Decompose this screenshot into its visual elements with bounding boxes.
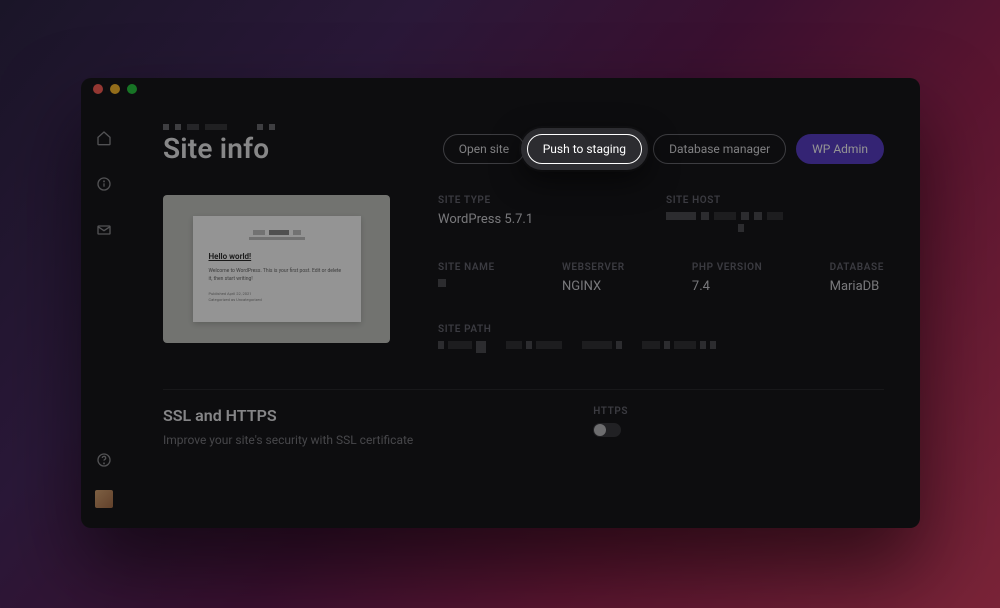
site-preview-thumbnail[interactable]: Hello world! Welcome to WordPress. This … [163, 195, 390, 343]
preview-heading: Hello world! [209, 252, 345, 261]
wp-admin-button[interactable]: WP Admin [796, 134, 884, 164]
help-icon[interactable] [96, 452, 112, 468]
toggle-knob [594, 424, 606, 436]
window-maximize-button[interactable] [127, 84, 137, 94]
webserver-label: WEBSERVER [562, 262, 625, 273]
site-host-value [666, 212, 884, 220]
window-titlebar [81, 78, 920, 100]
database-manager-button[interactable]: Database manager [653, 134, 786, 164]
database-value: MariaDB [830, 279, 884, 294]
window-close-button[interactable] [93, 84, 103, 94]
site-name-label: SITE NAME [438, 262, 495, 273]
php-label: PHP VERSION [692, 262, 762, 273]
site-path-label: SITE PATH [438, 324, 884, 335]
ssl-section-title: SSL and HTTPS [163, 406, 413, 425]
window-minimize-button[interactable] [110, 84, 120, 94]
preview-meta-2: Categorized as Uncategorized [209, 297, 345, 303]
https-toggle-label: HTTPS [593, 406, 628, 417]
action-bar: Open site Database manager WP Admin Push… [443, 134, 884, 164]
php-value: 7.4 [692, 279, 762, 294]
site-name-value [438, 279, 495, 287]
site-host-label: SITE HOST [666, 195, 884, 206]
open-site-button[interactable]: Open site [443, 134, 525, 164]
site-type-value: WordPress 5.7.1 [438, 212, 638, 227]
app-window: Site info Open site Database manager WP … [81, 78, 920, 528]
https-toggle[interactable] [593, 423, 621, 437]
sidebar-rail [81, 100, 127, 528]
ssl-section-subtitle: Improve your site's security with SSL ce… [163, 433, 413, 447]
page-title: Site info [163, 132, 269, 165]
push-to-staging-button[interactable]: Push to staging [527, 134, 642, 164]
preview-body: Welcome to WordPress. This is your first… [209, 267, 345, 283]
mail-icon[interactable] [96, 222, 112, 238]
database-label: DATABASE [830, 262, 884, 273]
home-icon[interactable] [96, 130, 112, 146]
webserver-value: NGINX [562, 279, 625, 294]
section-divider [163, 389, 884, 390]
avatar[interactable] [95, 490, 113, 508]
breadcrumb [163, 124, 884, 130]
site-type-label: SITE TYPE [438, 195, 638, 206]
site-path-value [438, 341, 884, 353]
info-icon[interactable] [96, 176, 112, 192]
